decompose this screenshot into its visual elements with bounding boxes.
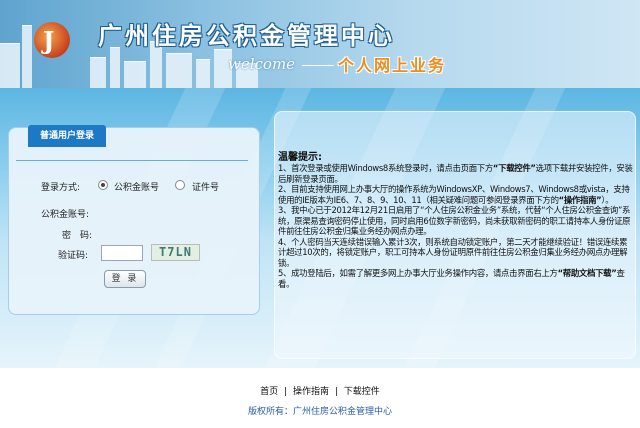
logo-icon: J bbox=[34, 22, 70, 58]
captcha-image[interactable]: T7LN bbox=[151, 244, 200, 261]
tips-title: 温馨提示: bbox=[278, 152, 322, 163]
login-button[interactable]: 登 录 bbox=[104, 270, 146, 288]
radio-id-number-label: 证件号 bbox=[192, 183, 220, 193]
radio-account-number-label: 公积金账号 bbox=[114, 183, 160, 193]
site-title: 广州住房公积金管理中心 bbox=[98, 22, 395, 50]
login-divider bbox=[16, 160, 248, 161]
welcome-divider bbox=[302, 65, 334, 66]
footer-links: 首页 | 操作指南 | 下载控件 bbox=[0, 384, 640, 397]
footer-link-home[interactable]: 首页 bbox=[260, 387, 278, 397]
tip-item: 4、个人密码当天连续错误输入累计3次，则系统自动锁定账户，第二天才能继续验证！错… bbox=[278, 236, 628, 268]
welcome-text: welcome bbox=[228, 55, 296, 73]
tab-normal-user-login[interactable]: 普通用户登录 bbox=[28, 125, 106, 147]
site-subtitle: 个人网上业务 bbox=[338, 56, 447, 75]
footer-link-guide[interactable]: 操作指南 bbox=[293, 387, 329, 397]
footer-separator: | bbox=[284, 387, 288, 397]
tips-body: 1、首次登录或使用Windows8系统登录时，请点击页面下方“下载控件”选项下载… bbox=[278, 163, 634, 289]
captcha-label: 验证码: bbox=[58, 251, 89, 261]
footer-separator: | bbox=[334, 387, 338, 397]
tip-item: 5、成功登陆后，如需了解更多网上办事大厅业务操作内容，请点击界面右上方“帮助文档… bbox=[278, 268, 625, 289]
tip-item: 3、我中心已于2012年12月21日启用了“个人住房公积金业务”系统，代替“个人… bbox=[278, 205, 631, 236]
tip-item: 1、首次登录或使用Windows8系统登录时，请点击页面下方“下载控件”选项下载… bbox=[278, 163, 633, 184]
radio-id-number[interactable] bbox=[175, 180, 185, 190]
password-label: 密 码: bbox=[62, 231, 93, 241]
account-label: 公积金账号: bbox=[41, 210, 90, 220]
tip-item: 2、目前支持使用网上办事大厅的操作系统为WindowsXP、Windows7、W… bbox=[278, 184, 630, 205]
login-mode-label: 登录方式: bbox=[41, 183, 81, 193]
captcha-input[interactable] bbox=[101, 245, 143, 261]
footer-link-download[interactable]: 下载控件 bbox=[344, 387, 380, 397]
radio-account-number[interactable] bbox=[98, 180, 108, 190]
copyright: 版权所有：广州住房公积金管理中心 bbox=[247, 407, 392, 417]
